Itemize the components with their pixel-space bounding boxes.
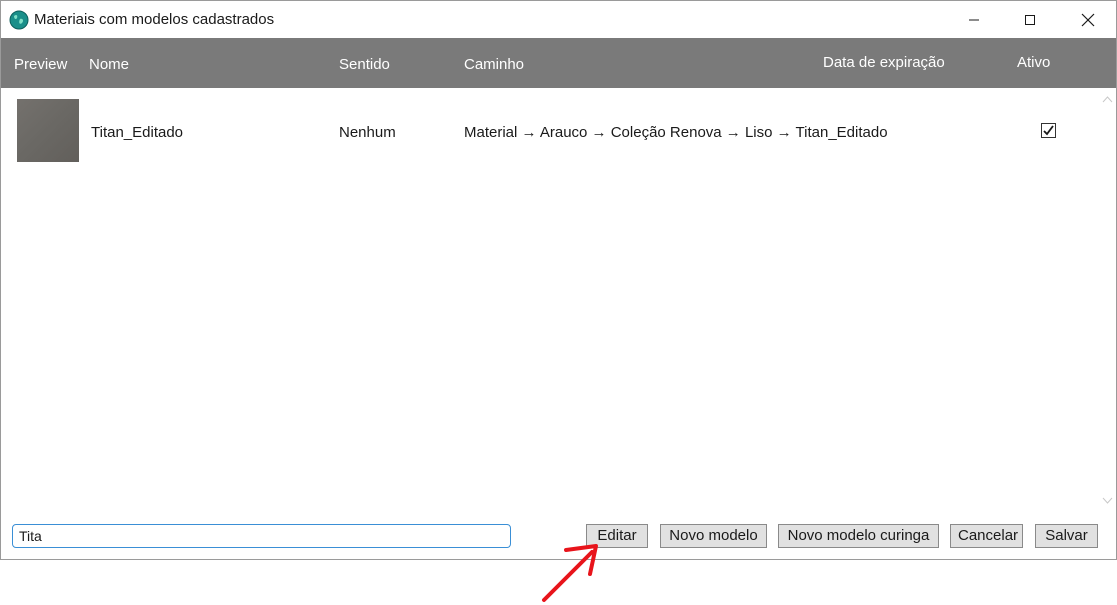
table-header: Preview Nome Sentido Caminho Data de exp… bbox=[1, 38, 1116, 88]
header-preview[interactable]: Preview bbox=[14, 56, 67, 73]
search-input[interactable] bbox=[12, 524, 511, 548]
novo-modelo-button[interactable]: Novo modelo bbox=[660, 524, 767, 548]
salvar-button[interactable]: Salvar bbox=[1035, 524, 1098, 548]
novo-modelo-curinga-button[interactable]: Novo modelo curinga bbox=[778, 524, 939, 548]
header-sentido[interactable]: Sentido bbox=[339, 56, 390, 73]
close-button[interactable] bbox=[1061, 1, 1115, 38]
globe-icon bbox=[9, 10, 29, 30]
scroll-down-icon bbox=[1102, 497, 1113, 504]
annotation-arrow-icon bbox=[542, 544, 598, 602]
material-preview-thumbnail bbox=[17, 99, 79, 162]
dialog-window: Materiais com modelos cadastrados Previe… bbox=[0, 0, 1117, 560]
close-icon bbox=[1081, 13, 1095, 26]
header-caminho[interactable]: Caminho bbox=[464, 56, 524, 73]
minimize-button[interactable] bbox=[947, 1, 1001, 38]
header-data-expiracao[interactable]: Data de expiração bbox=[823, 54, 945, 71]
scroll-up-icon bbox=[1102, 96, 1113, 103]
materials-list: Titan_Editado Nenhum Material → Arauco →… bbox=[1, 88, 1116, 510]
window-title: Materiais com modelos cadastrados bbox=[34, 11, 275, 28]
header-nome[interactable]: Nome bbox=[89, 56, 129, 73]
minimize-icon bbox=[969, 19, 979, 20]
title-bar: Materiais com modelos cadastrados bbox=[1, 1, 1116, 38]
maximize-button[interactable] bbox=[1003, 1, 1057, 38]
ativo-checkbox[interactable] bbox=[1041, 123, 1056, 138]
row-sentido: Nenhum bbox=[339, 124, 396, 141]
row-caminho: Material → Arauco → Coleção Renova → Lis… bbox=[464, 124, 888, 141]
table-row[interactable]: Titan_Editado Nenhum Material → Arauco →… bbox=[1, 88, 1098, 176]
checkmark-icon bbox=[1043, 125, 1054, 136]
vertical-scrollbar[interactable] bbox=[1099, 90, 1116, 508]
header-ativo[interactable]: Ativo bbox=[1017, 54, 1050, 71]
maximize-icon bbox=[1025, 14, 1035, 25]
cancelar-button[interactable]: Cancelar bbox=[950, 524, 1023, 548]
row-nome: Titan_Editado bbox=[91, 124, 184, 141]
